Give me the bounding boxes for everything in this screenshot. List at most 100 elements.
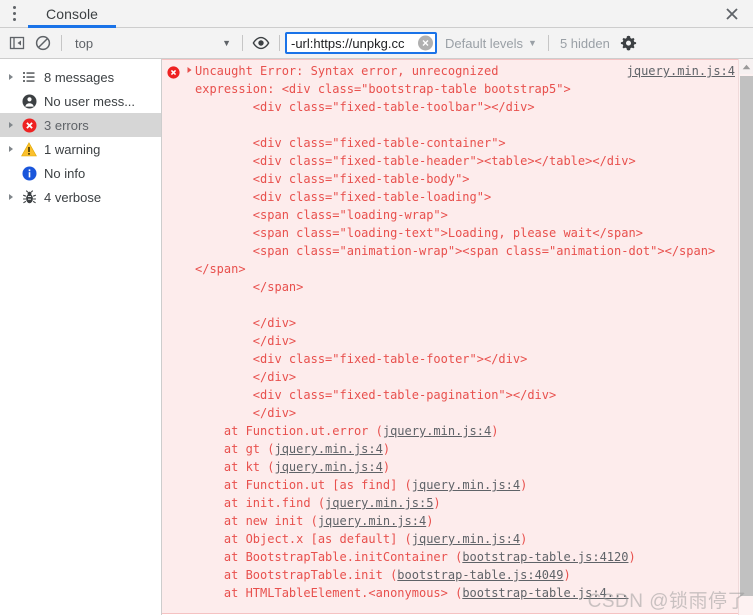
close-icon[interactable]: [711, 0, 753, 27]
tab-console[interactable]: Console: [28, 0, 117, 28]
bug-icon: [18, 189, 40, 205]
sidebar-item-warnings-label: 1 warning: [44, 141, 101, 157]
execution-context-value: top: [75, 35, 94, 51]
stack-frame-prefix: at gt (: [195, 442, 275, 456]
triangle-right-icon[interactable]: [4, 145, 18, 153]
execution-context-select[interactable]: top ▼: [67, 32, 237, 54]
sidebar-item-errors[interactable]: 3 errors: [0, 113, 161, 137]
triangle-right-icon[interactable]: [184, 62, 195, 74]
stack-frame-prefix: at HTMLTableElement.<anonymous> (: [195, 586, 463, 600]
error-source-link[interactable]: jquery.min.js:4: [627, 62, 735, 80]
triangle-right-icon[interactable]: [4, 121, 18, 129]
toolbar-divider-2: [242, 35, 243, 51]
toolbar-divider-3: [279, 35, 280, 51]
sidebar-toggle-icon[interactable]: [4, 30, 30, 56]
stack-frame-suffix: ): [433, 496, 441, 510]
scrollbar-thumb[interactable]: [740, 76, 753, 596]
triangle-right-icon[interactable]: [4, 193, 18, 201]
stack-frame-prefix: at new init (: [195, 514, 318, 528]
stack-frame-prefix: at Function.ut.error (: [195, 424, 383, 438]
stack-frame-suffix: ): [520, 478, 528, 492]
stack-frame-prefix: at BootstrapTable.initContainer (: [195, 550, 463, 564]
stack-frame-suffix: ): [382, 460, 391, 474]
stack-frame: at BootstrapTable.initContainer (bootstr…: [195, 550, 636, 564]
stack-frame: at HTMLTableElement.<anonymous> (bootstr…: [195, 586, 629, 600]
stack-frame-prefix: at Function.ut [as find] (: [195, 478, 412, 492]
stack-frame-link[interactable]: jquery.min.js:4: [318, 514, 426, 528]
hidden-messages-count[interactable]: 5 hidden: [554, 36, 616, 51]
error-stack-trace: at Function.ut.error (jquery.min.js:4) a…: [184, 422, 735, 602]
warning-icon: [18, 141, 40, 157]
sidebar-item-errors-label: 3 errors: [44, 117, 89, 133]
sidebar-item-info[interactable]: No info: [0, 161, 161, 185]
stack-frame-suffix: ): [382, 442, 391, 456]
error-icon: [166, 66, 180, 79]
stack-frame-link[interactable]: jquery.min.js:4: [412, 478, 520, 492]
stack-frame-link[interactable]: bootstrap-table.js:4120: [462, 550, 628, 564]
devtools-window: Console top ▼ -url:https://unpkg.cc Defa…: [0, 0, 753, 615]
stack-frame: at kt (jquery.min.js:4): [195, 460, 390, 474]
sidebar-item-messages-label: 8 messages: [44, 69, 115, 85]
scroll-up-arrow-icon[interactable]: [739, 59, 753, 74]
triangle-right-icon[interactable]: [4, 73, 18, 81]
stack-frame-link[interactable]: jquery.min.js:5: [325, 496, 433, 510]
sidebar-item-info-label: No info: [44, 165, 86, 181]
toolbar-divider-1: [61, 35, 62, 51]
info-icon: [18, 166, 40, 181]
more-vertical-icon[interactable]: [0, 0, 28, 27]
stack-frame: at new init (jquery.min.js:4): [195, 514, 434, 528]
sidebar-item-user-messages[interactable]: No user mess...: [0, 89, 161, 113]
filter-input[interactable]: [287, 34, 435, 52]
tab-strip-spacer: [116, 0, 711, 27]
stack-frame-link[interactable]: jquery.min.js:4: [412, 532, 520, 546]
stack-frame-link[interactable]: jquery.min.js:4: [274, 460, 382, 474]
chevron-down-icon: ▼: [528, 38, 537, 48]
stack-frame-suffix: ): [426, 514, 434, 528]
sidebar-item-verbose[interactable]: 4 verbose: [0, 185, 161, 209]
person-icon: [18, 94, 40, 109]
chevron-down-icon: ▼: [222, 38, 231, 48]
stack-frame: at BootstrapTable.init (bootstrap-table.…: [195, 568, 571, 582]
toolbar-divider-4: [547, 35, 549, 51]
stack-frame: at Function.ut [as find] (jquery.min.js:…: [195, 478, 527, 492]
stack-frame: at Object.x [as default] (jquery.min.js:…: [195, 532, 527, 546]
console-output: Uncaught Error: Syntax error, unrecogniz…: [162, 59, 753, 615]
log-levels-label: Default levels: [445, 35, 524, 51]
stack-frame-suffix: ): [520, 532, 528, 546]
sidebar-item-warnings[interactable]: 1 warning: [0, 137, 161, 161]
eye-icon[interactable]: [248, 30, 274, 56]
sidebar-item-user-messages-label: No user mess...: [44, 93, 136, 109]
console-message-error[interactable]: Uncaught Error: Syntax error, unrecogniz…: [162, 59, 753, 614]
stack-frame: at init.find (jquery.min.js:5): [195, 496, 441, 510]
stack-frame-suffix: ): [628, 550, 636, 564]
console-toolbar: top ▼ Default levels ▼ 5 hidden: [0, 28, 753, 59]
sidebar-item-verbose-label: 4 verbose: [44, 189, 102, 205]
stack-frame-prefix: at kt (: [195, 460, 275, 474]
stack-frame-prefix: at BootstrapTable.init (: [195, 568, 398, 582]
stack-frame-link[interactable]: bootstrap-table.js:4049: [397, 568, 563, 582]
log-levels-select[interactable]: Default levels ▼: [437, 32, 543, 54]
sidebar-item-messages[interactable]: 8 messages: [0, 65, 161, 89]
stack-frame-link[interactable]: jquery.min.js:4: [274, 442, 382, 456]
message-content: Uncaught Error: Syntax error, unrecogniz…: [184, 62, 753, 609]
tab-console-label: Console: [46, 5, 99, 22]
console-sidebar: 8 messages No user mess... 3 errors 1 wa…: [0, 59, 162, 615]
stack-frame-suffix: ): [491, 424, 499, 438]
stack-frame: at Function.ut.error (jquery.min.js:4): [195, 424, 499, 438]
clear-console-icon[interactable]: [30, 30, 56, 56]
message-level-gutter: [162, 62, 184, 609]
gear-icon[interactable]: [616, 30, 642, 56]
stack-frame-prefix: at init.find (: [195, 496, 326, 510]
stack-frame: at gt (jquery.min.js:4): [195, 442, 390, 456]
output-scrollbar[interactable]: [738, 59, 753, 615]
tab-strip: Console: [0, 0, 753, 28]
stack-frame-prefix: at Object.x [as default] (: [195, 532, 412, 546]
console-body: 8 messages No user mess... 3 errors 1 wa…: [0, 59, 753, 615]
stack-frame-suffix: ): [563, 568, 571, 582]
filter-input-wrapper[interactable]: [285, 32, 437, 54]
list-icon: [18, 70, 40, 84]
stack-frame-link[interactable]: bootstrap-table.js:4...: [462, 586, 628, 600]
stack-frame-link[interactable]: jquery.min.js:4: [383, 424, 491, 438]
clear-input-icon[interactable]: [418, 35, 433, 51]
error-message-text: Uncaught Error: Syntax error, unrecogniz…: [195, 64, 716, 420]
